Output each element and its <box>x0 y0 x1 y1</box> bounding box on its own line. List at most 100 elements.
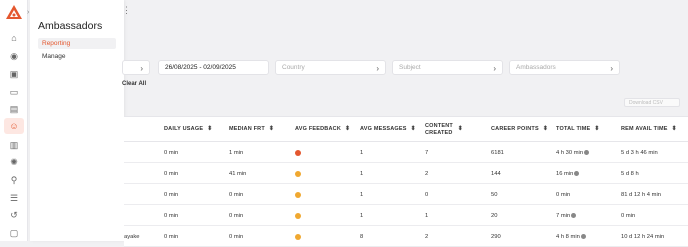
previous-filter-dropdown[interactable]: › <box>122 60 150 75</box>
column-header-content-created[interactable]: Content Created ⬍ <box>425 117 463 142</box>
column-header-avg-messages[interactable]: Avg Messages ⬍ <box>360 117 416 142</box>
cell-median-frt: 41 min <box>229 170 247 177</box>
sort-icon: ⬍ <box>410 126 416 132</box>
document-icon[interactable]: ▤ <box>8 103 20 115</box>
info-icon[interactable] <box>574 171 580 176</box>
cell-avg-feedback <box>295 163 301 184</box>
cell-total-time: 16 min <box>556 163 580 184</box>
sort-icon: ⬍ <box>268 126 275 132</box>
cell-content-created: 2 <box>425 170 429 177</box>
date-range-field[interactable]: 26/08/2025 - 02/09/2025 <box>158 60 269 75</box>
history-icon[interactable]: ↺ <box>8 209 20 221</box>
sort-icon: ⬍ <box>671 126 677 132</box>
ambassadors-filter[interactable]: Ambassadors › <box>509 60 620 75</box>
cell-rem-avail-time: 0 min <box>621 212 636 219</box>
country-filter[interactable]: Country › <box>275 60 386 75</box>
cell-avg-feedback <box>295 184 301 205</box>
flyout-item-reporting[interactable]: Reporting <box>38 38 116 49</box>
cell-content-created: 0 <box>425 191 429 198</box>
column-header-career-points[interactable]: Career Points ⬍ <box>491 117 548 142</box>
table-row[interactable]: 0 min 1 min 1 7 6181 4 h 30 min 5 d 3 h 46 min <box>124 142 688 163</box>
date-range-value: 26/08/2025 - 02/09/2025 <box>165 64 236 71</box>
ambassador-report-table: Daily Usage ⬍ Median FRT ⬍ Avg Feedback ⬍ A… <box>124 116 688 247</box>
settings-icon[interactable]: ✺ <box>8 156 20 168</box>
cell-rem-avail-time: 10 d 12 h 24 min <box>621 233 665 240</box>
table-row[interactable]: 0 min 0 min 1 1 20 7 min 0 min <box>124 205 688 226</box>
download-csv-button[interactable]: Download CSV <box>624 98 680 107</box>
column-header-total-time[interactable]: Total Time ⬍ <box>556 117 600 142</box>
column-header-median-frt[interactable]: Median FRT ⬍ <box>229 117 274 142</box>
cell-total-time: 7 min <box>556 205 577 226</box>
sort-icon: ⬍ <box>542 126 549 132</box>
app-logo-icon[interactable] <box>6 5 22 19</box>
cell-median-frt: 0 min <box>229 233 244 240</box>
chevron-right-icon: › <box>140 64 143 73</box>
cell-avg-messages: 1 <box>360 170 364 177</box>
download-csv-label: Download CSV <box>629 99 663 106</box>
feedback-emoji-icon <box>295 233 301 240</box>
chart-icon[interactable]: ▥ <box>8 139 20 151</box>
cell-content-created: 7 <box>425 149 429 156</box>
sort-icon: ⬍ <box>345 126 351 132</box>
table-row[interactable]: ayake 0 min 0 min 8 2 290 4 h 8 min 10 d 12 h 2… <box>124 226 688 247</box>
cell-rem-avail-time: 81 d 12 h 4 min <box>621 191 661 198</box>
cell-rem-avail-time: 5 d 8 h <box>621 170 639 177</box>
inbox-icon[interactable]: ▣ <box>8 68 20 80</box>
cell-daily-usage: 0 min <box>164 170 179 177</box>
sliders-icon[interactable]: ☰ <box>8 192 20 204</box>
cell-avg-feedback <box>295 205 301 226</box>
video-icon[interactable]: ▭ <box>8 86 20 98</box>
cell-total-time: 4 h 30 min <box>556 142 590 163</box>
sort-icon: ⬍ <box>207 126 213 132</box>
column-header-daily-usage[interactable]: Daily Usage ⬍ <box>164 117 212 142</box>
home-icon[interactable]: ⌂ <box>8 32 20 44</box>
country-placeholder: Country <box>282 64 305 71</box>
sort-icon: ⬍ <box>594 126 600 132</box>
location-icon[interactable]: ⚲ <box>8 174 20 186</box>
cell-total-time: 4 h 8 min <box>556 226 586 247</box>
clear-all-button[interactable]: Clear All <box>122 81 146 87</box>
column-header-rem-avail-time[interactable]: Rem Avail Time ⬍ <box>621 117 677 142</box>
chat-icon[interactable]: ▢ <box>8 227 20 239</box>
subject-placeholder: Subject <box>399 64 421 71</box>
info-icon[interactable] <box>584 150 590 155</box>
cell-median-frt: 1 min <box>229 149 244 156</box>
cell-avg-feedback <box>295 142 301 163</box>
chevron-right-icon: › <box>493 64 496 73</box>
table-body: 0 min 1 min 1 7 6181 4 h 30 min 5 d 3 h 46 min… <box>124 142 688 247</box>
cell-career-points: 6181 <box>491 149 504 156</box>
feedback-emoji-icon <box>295 149 301 156</box>
cell-avg-messages: 1 <box>360 149 364 156</box>
cell-daily-usage: 0 min <box>164 149 179 156</box>
cell-career-points: 20 <box>491 212 498 219</box>
cell-career-points: 50 <box>491 191 498 198</box>
flyout-item-manage[interactable]: Manage <box>38 51 116 62</box>
cell-daily-usage: 0 min <box>164 191 179 198</box>
ambassadors-icon[interactable]: ☺ <box>4 118 24 134</box>
info-icon[interactable] <box>580 234 586 239</box>
ambassadors-flyout: Ambassadors Reporting Manage <box>30 0 124 241</box>
main-content: ⋮ › 26/08/2025 - 02/09/2025 Country › Su… <box>122 0 688 247</box>
cell-avg-messages: 1 <box>360 191 364 198</box>
cell-avg-messages: 1 <box>360 212 364 219</box>
ambassadors-placeholder: Ambassadors <box>516 64 556 71</box>
cell-total-time: 0 min <box>556 191 571 198</box>
cell-avg-feedback <box>295 226 301 247</box>
chevron-right-icon[interactable]: › <box>27 9 29 16</box>
subject-filter[interactable]: Subject › <box>392 60 503 75</box>
chevron-right-icon: › <box>376 64 379 73</box>
feedback-emoji-icon <box>295 212 301 219</box>
table-row[interactable]: 0 min 0 min 1 0 50 0 min 81 d 12 h 4 min <box>124 184 688 205</box>
column-header-avg-feedback[interactable]: Avg Feedback ⬍ <box>295 117 350 142</box>
globe-icon[interactable]: ◉ <box>8 50 20 62</box>
cell-median-frt: 0 min <box>229 191 244 198</box>
info-icon[interactable] <box>571 213 577 218</box>
cell-career-points: 144 <box>491 170 501 177</box>
more-options-icon[interactable]: ⋮ <box>122 5 131 16</box>
chevron-right-icon: › <box>610 64 613 73</box>
table-row[interactable]: 0 min 41 min 1 2 144 16 min 5 d 8 h <box>124 163 688 184</box>
cell-avg-messages: 8 <box>360 233 364 240</box>
table-header-row: Daily Usage ⬍ Median FRT ⬍ Avg Feedback ⬍ A… <box>124 117 688 142</box>
cell-daily-usage: 0 min <box>164 233 179 240</box>
cell-daily-usage: 0 min <box>164 212 179 219</box>
